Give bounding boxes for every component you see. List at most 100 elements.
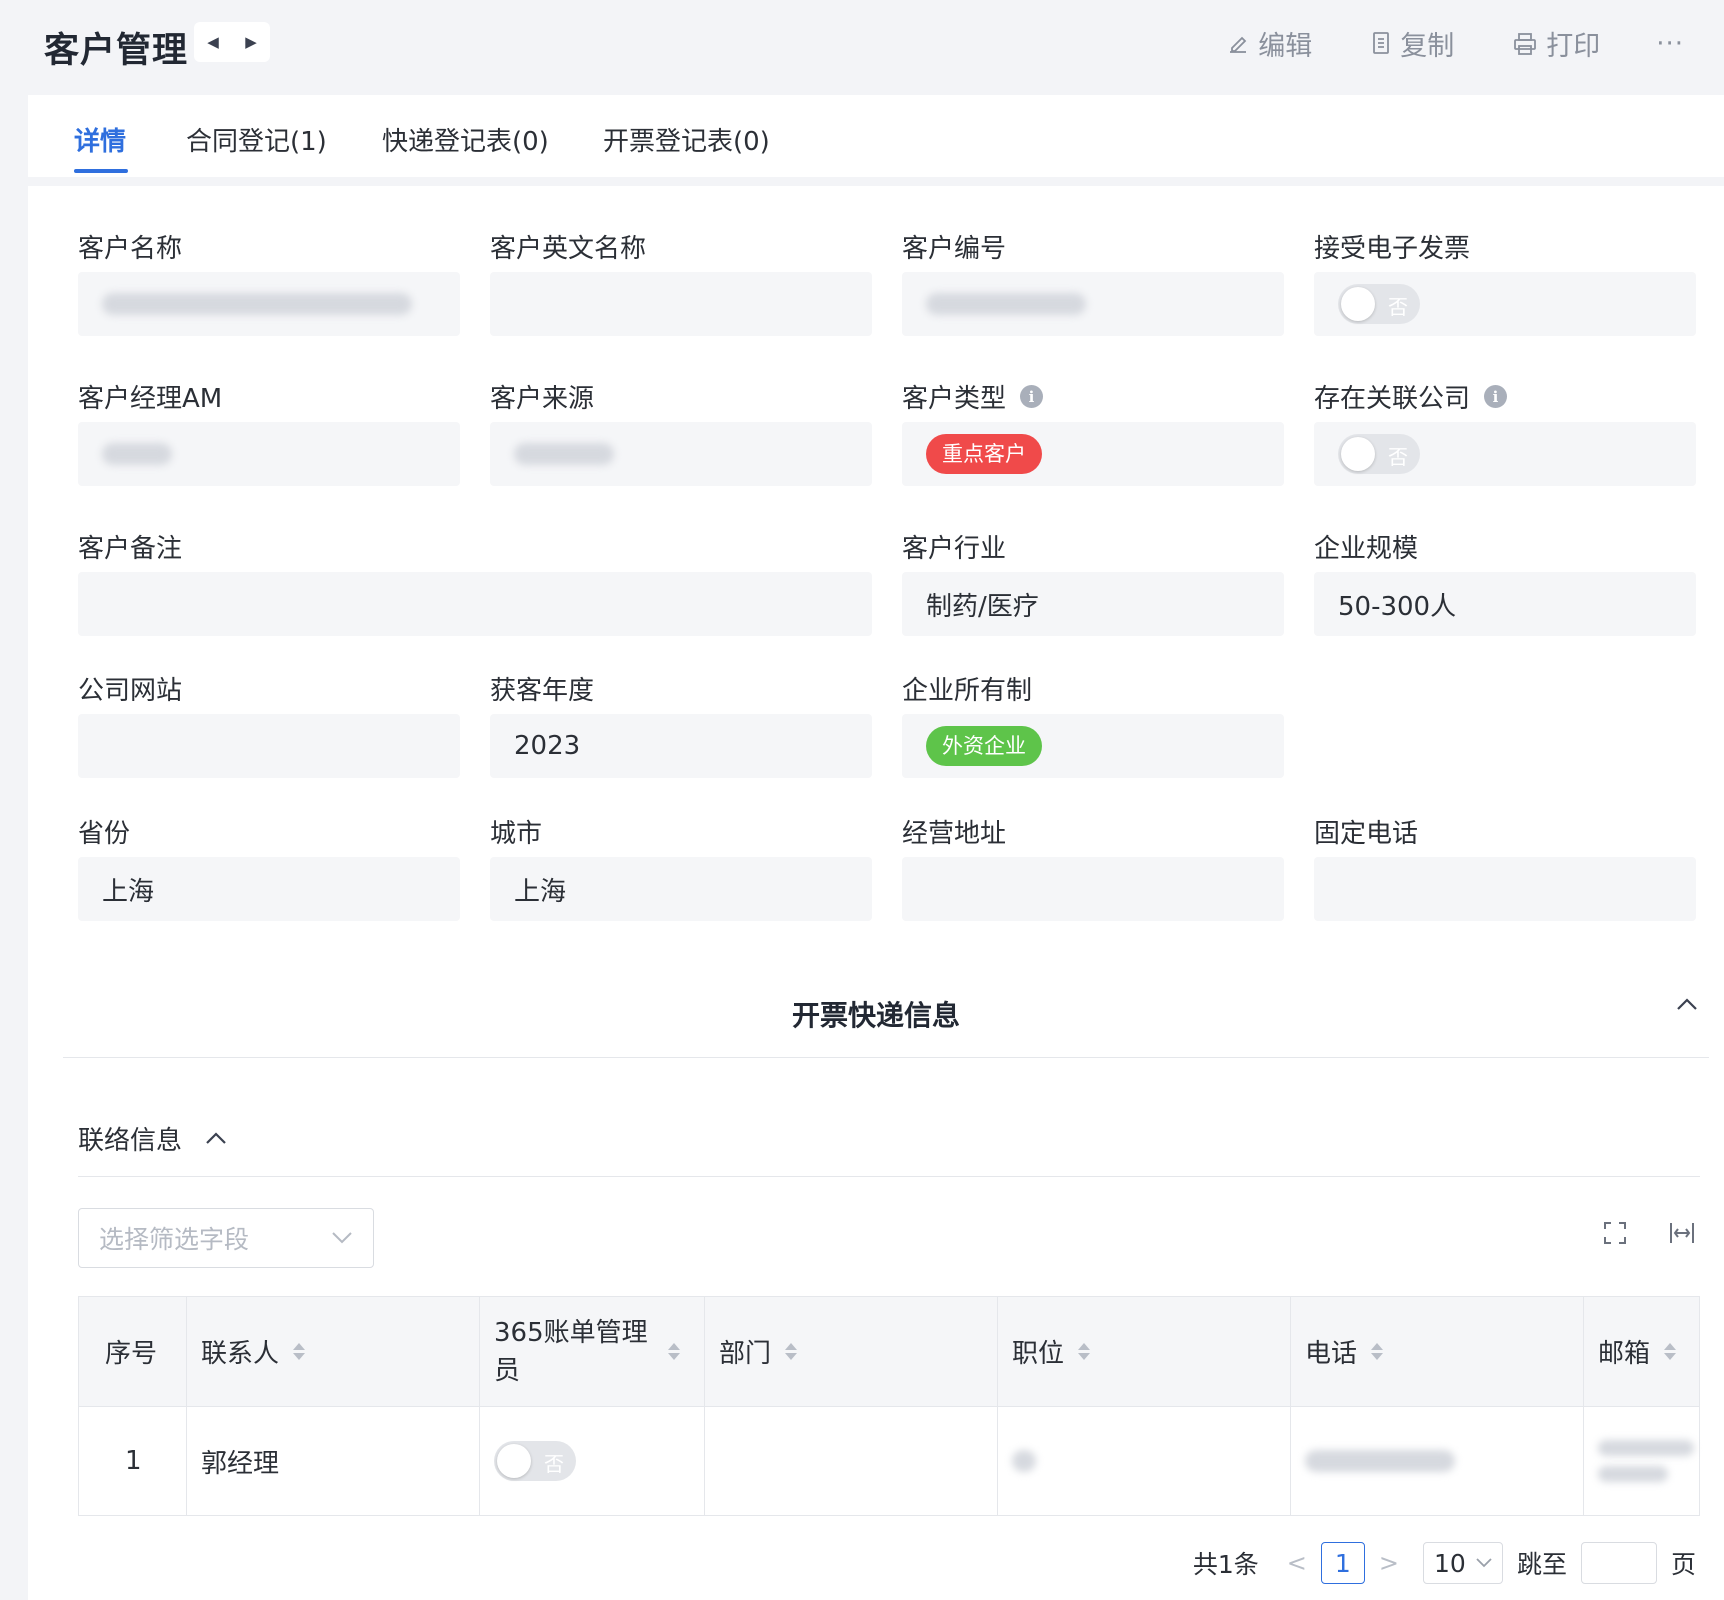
section-divider (63, 1057, 1709, 1058)
customer-source-label: 客户来源 (490, 384, 595, 414)
has-related-company-label-text: 存在关联公司 (1314, 384, 1471, 414)
page-title: 客户管理 (44, 31, 189, 71)
redacted-value (102, 443, 172, 465)
table-row[interactable]: 1 郭经理 否 (79, 1407, 1699, 1515)
redacted-value (102, 293, 412, 315)
row-department (705, 1407, 998, 1515)
bill-admin-toggle[interactable]: 否 (494, 1441, 576, 1481)
pencil-icon (1230, 36, 1247, 53)
customer-code-label: 客户编号 (902, 234, 1007, 264)
pagination: 共1条 < 1 > 10 跳至 页 (1193, 1542, 1696, 1584)
next-page-icon[interactable]: > (1379, 1549, 1399, 1577)
edit-button[interactable]: 编辑 (1226, 24, 1312, 63)
redacted-value (1598, 1466, 1668, 1482)
redacted-value (1598, 1440, 1694, 1456)
tab-contracts[interactable]: 合同登记(1) (186, 121, 327, 158)
redacted-value (1305, 1450, 1455, 1472)
column-header-position[interactable]: 职位 (998, 1297, 1291, 1406)
contacts-table: 序号 联系人 365账单管理员 部门 职位 电话 邮箱 1 郭经理 否 (78, 1296, 1700, 1516)
customer-english-name-label: 客户英文名称 (490, 234, 647, 264)
city-label: 城市 (490, 819, 543, 849)
chevron-up-icon[interactable] (1674, 992, 1700, 1018)
column-header-department[interactable]: 部门 (705, 1297, 998, 1406)
page-size-select[interactable]: 10 (1422, 1542, 1503, 1584)
customer-type-label: 客户类型 i (902, 378, 1044, 415)
ownership-label: 企业所有制 (902, 676, 1033, 706)
column-label: 联系人 (201, 1339, 280, 1369)
copy-button[interactable]: 复制 (1370, 24, 1454, 63)
chevron-up-icon[interactable] (204, 1127, 228, 1151)
has-related-company-toggle[interactable]: 否 (1338, 434, 1420, 474)
customer-type-label-text: 客户类型 (902, 384, 1007, 414)
tab-details[interactable]: 详情 (74, 121, 126, 158)
page-unit-label: 页 (1670, 1550, 1696, 1579)
toggle-knob (497, 1444, 531, 1478)
column-width-icon[interactable] (1668, 1220, 1696, 1246)
page-size-value: 10 (1433, 1548, 1466, 1578)
company-scale-field: 50-300人 (1314, 572, 1696, 636)
table-header: 序号 联系人 365账单管理员 部门 职位 电话 邮箱 (79, 1297, 1699, 1407)
column-label: 电话 (1305, 1339, 1358, 1369)
more-icon[interactable]: ··· (1656, 29, 1684, 59)
top-bar: 客户管理 ◀ ▶ 编辑 复制 打印 ··· (0, 0, 1724, 95)
printer-icon (1514, 32, 1537, 55)
has-related-company-field: 否 (1314, 422, 1696, 486)
chevron-down-icon (332, 1232, 352, 1244)
record-navigator: ◀ ▶ (194, 22, 270, 62)
column-header-contact[interactable]: 联系人 (187, 1297, 480, 1406)
acquisition-year-field: 2023 (490, 714, 872, 778)
business-address-label: 经营地址 (902, 819, 1007, 849)
jump-page-input[interactable] (1580, 1542, 1657, 1584)
customer-name-label: 客户名称 (78, 234, 183, 264)
website-label: 公司网站 (78, 676, 183, 706)
tab-express[interactable]: 快递登记表(0) (382, 121, 549, 158)
fullscreen-icon[interactable] (1602, 1220, 1628, 1246)
website-field (78, 714, 460, 778)
landline-field (1314, 857, 1696, 921)
sort-icon[interactable] (668, 1343, 680, 1360)
ownership-tag: 外资企业 (926, 726, 1042, 766)
jump-label: 跳至 (1516, 1550, 1567, 1579)
customer-type-field: 重点客户 (902, 422, 1284, 486)
sort-icon[interactable] (1371, 1343, 1384, 1360)
print-button[interactable]: 打印 (1512, 24, 1600, 63)
page-1-button[interactable]: 1 (1320, 1542, 1365, 1584)
row-position (998, 1407, 1291, 1515)
toggle-label: 否 (544, 1452, 564, 1476)
column-header-phone[interactable]: 电话 (1291, 1297, 1584, 1406)
sort-icon[interactable] (1078, 1343, 1091, 1360)
redacted-value (1012, 1450, 1036, 1472)
contacts-divider (78, 1176, 1700, 1177)
accept-e-invoice-toggle[interactable]: 否 (1338, 284, 1420, 324)
account-manager-field (78, 422, 460, 486)
customer-english-name-field (490, 272, 872, 336)
info-icon[interactable]: i (1484, 385, 1508, 408)
info-icon[interactable]: i (1020, 385, 1044, 408)
sort-icon[interactable] (1664, 1343, 1677, 1360)
column-header-bill-admin[interactable]: 365账单管理员 (480, 1297, 705, 1406)
column-label: 邮箱 (1598, 1339, 1651, 1369)
detail-card: 客户名称 客户英文名称 客户编号 接受电子发票 否 客户经理AM 客户来源 客户… (28, 186, 1724, 1600)
column-header-email[interactable]: 邮箱 (1584, 1297, 1699, 1406)
prev-page-icon[interactable]: < (1287, 1549, 1307, 1577)
filter-field-select[interactable]: 选择筛选字段 (78, 1208, 374, 1268)
print-label: 打印 (1546, 31, 1601, 62)
caret-right-icon[interactable]: ▶ (245, 33, 257, 51)
active-tab-indicator (74, 169, 128, 173)
tab-invoices[interactable]: 开票登记表(0) (603, 121, 770, 158)
customer-type-tag: 重点客户 (926, 434, 1042, 474)
province-label: 省份 (78, 819, 131, 849)
contacts-header[interactable]: 联络信息 (78, 1120, 228, 1157)
sort-icon[interactable] (785, 1343, 798, 1360)
row-phone (1291, 1407, 1584, 1515)
toggle-label: 否 (1388, 445, 1408, 469)
edit-label: 编辑 (1258, 31, 1313, 62)
accept-e-invoice-label: 接受电子发票 (1314, 234, 1471, 264)
redacted-value (514, 443, 614, 465)
copy-label: 复制 (1400, 31, 1455, 62)
column-header-index: 序号 (79, 1297, 187, 1406)
copy-icon (1373, 31, 1390, 54)
sort-icon[interactable] (293, 1343, 306, 1360)
row-email (1584, 1407, 1699, 1515)
caret-left-icon[interactable]: ◀ (207, 33, 219, 51)
